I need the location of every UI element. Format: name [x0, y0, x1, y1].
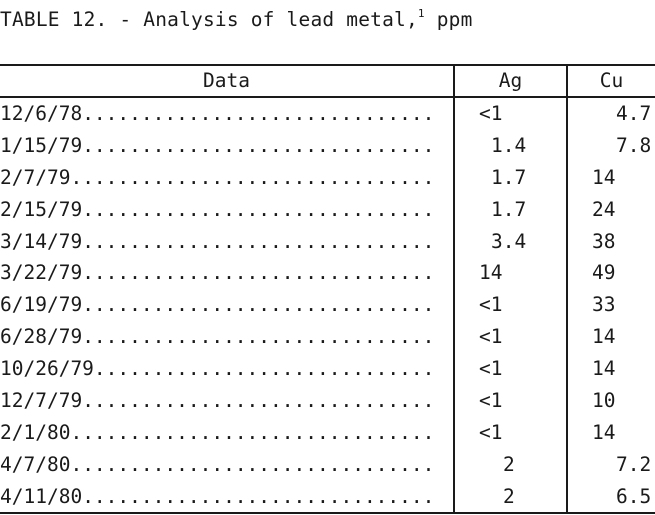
table-row: 3/14/79.............................. 3.4… — [0, 226, 655, 258]
dot-leader: .............................. — [82, 325, 435, 349]
date-text: 4/7/80 — [0, 452, 71, 476]
table-row: 12/7/79.............................. <1 1… — [0, 385, 655, 417]
cell-date: 12/7/79.............................. — [0, 385, 434, 417]
table-row: 2/7/79............................... 1.7… — [0, 162, 655, 194]
table-row: 10/26/79............................. <1 1… — [0, 353, 655, 385]
date-text: 10/26/79 — [0, 357, 94, 381]
table-row: 3/22/79.............................. 14 4… — [0, 257, 655, 289]
cell-cu: 4.7 — [616, 102, 652, 125]
column-header-ag: Ag — [498, 69, 523, 92]
cell-cu: 10 — [592, 389, 616, 413]
cell-date: 10/26/79............................. — [0, 353, 434, 385]
dot-leader: ............................. — [93, 357, 435, 381]
table-row: 2/15/79.............................. 1.7… — [0, 194, 655, 226]
table-row: 6/19/79.............................. <1 3… — [0, 289, 655, 321]
cell-cu: 14 — [592, 165, 616, 189]
date-text: 2/7/79 — [0, 165, 71, 189]
dot-leader: .............................. — [82, 133, 435, 157]
cell-cu: 14 — [592, 325, 616, 349]
table-row: 12/6/78.............................. <1 4… — [0, 98, 655, 130]
footnote-marker: 1 — [417, 7, 425, 20]
cell-date: 3/14/79.............................. — [0, 226, 434, 258]
date-text: 4/11/80 — [0, 484, 83, 508]
cell-date: 4/7/80............................... — [0, 449, 434, 481]
cell-date: 12/6/78.............................. — [0, 98, 434, 130]
table-units: ppm — [436, 8, 473, 31]
cell-date: 6/28/79.............................. — [0, 321, 434, 353]
cell-date: 2/1/80............................... — [0, 417, 434, 449]
cell-date: 4/11/80.............................. — [0, 481, 434, 513]
table-title-text: TABLE 12. - Analysis of lead metal, — [0, 8, 418, 31]
cell-date: 3/22/79.............................. — [0, 257, 434, 289]
table-title: TABLE 12. - Analysis of lead metal,1 ppm — [0, 7, 473, 31]
table-row: 2/1/80............................... <1 1… — [0, 417, 655, 449]
top-rule — [0, 64, 655, 66]
dot-leader: .............................. — [82, 293, 435, 317]
table-row: 4/11/80.............................. 2 6.… — [0, 481, 655, 513]
cell-cu: 38 — [592, 229, 616, 253]
date-text: 6/19/79 — [0, 293, 83, 317]
column-header-cu: Cu — [599, 69, 624, 92]
column-header-date: Data — [203, 69, 250, 92]
cell-cu: 6.5 — [616, 484, 652, 508]
table-row: 6/28/79.............................. <1 1… — [0, 321, 655, 353]
date-text: 12/6/78 — [0, 102, 83, 125]
cell-date: 6/19/79.............................. — [0, 289, 434, 321]
dot-leader: .............................. — [82, 484, 435, 508]
table-row: 1/15/79.............................. 1.4… — [0, 130, 655, 162]
cell-cu: 14 — [592, 357, 616, 381]
date-text: 3/14/79 — [0, 229, 83, 253]
cell-cu: 33 — [592, 293, 616, 317]
date-text: 6/28/79 — [0, 325, 83, 349]
date-text: 2/15/79 — [0, 197, 83, 221]
cell-date: 1/15/79.............................. — [0, 130, 434, 162]
date-text: 12/7/79 — [0, 389, 83, 413]
dot-leader: .............................. — [82, 102, 435, 125]
dot-leader: .............................. — [82, 197, 435, 221]
cell-cu: 24 — [592, 197, 616, 221]
cell-date: 2/15/79.............................. — [0, 194, 434, 226]
dot-leader: ............................... — [70, 420, 435, 444]
date-text: 3/22/79 — [0, 261, 83, 285]
date-text: 1/15/79 — [0, 133, 83, 157]
dot-leader: ............................... — [70, 165, 435, 189]
cell-date: 2/7/79............................... — [0, 162, 434, 194]
cell-cu: 7.2 — [616, 452, 652, 476]
dot-leader: .............................. — [82, 389, 435, 413]
table-row: 4/7/80............................... 2 7.… — [0, 449, 655, 481]
cell-cu: 7.8 — [616, 133, 652, 157]
dot-leader: ............................... — [70, 452, 435, 476]
dot-leader: .............................. — [82, 229, 435, 253]
cell-cu: 14 — [592, 420, 616, 444]
date-text: 2/1/80 — [0, 420, 71, 444]
cell-cu: 49 — [592, 261, 616, 285]
table-body: 12/6/78.............................. <1 4… — [0, 98, 655, 513]
dot-leader: .............................. — [82, 261, 435, 285]
